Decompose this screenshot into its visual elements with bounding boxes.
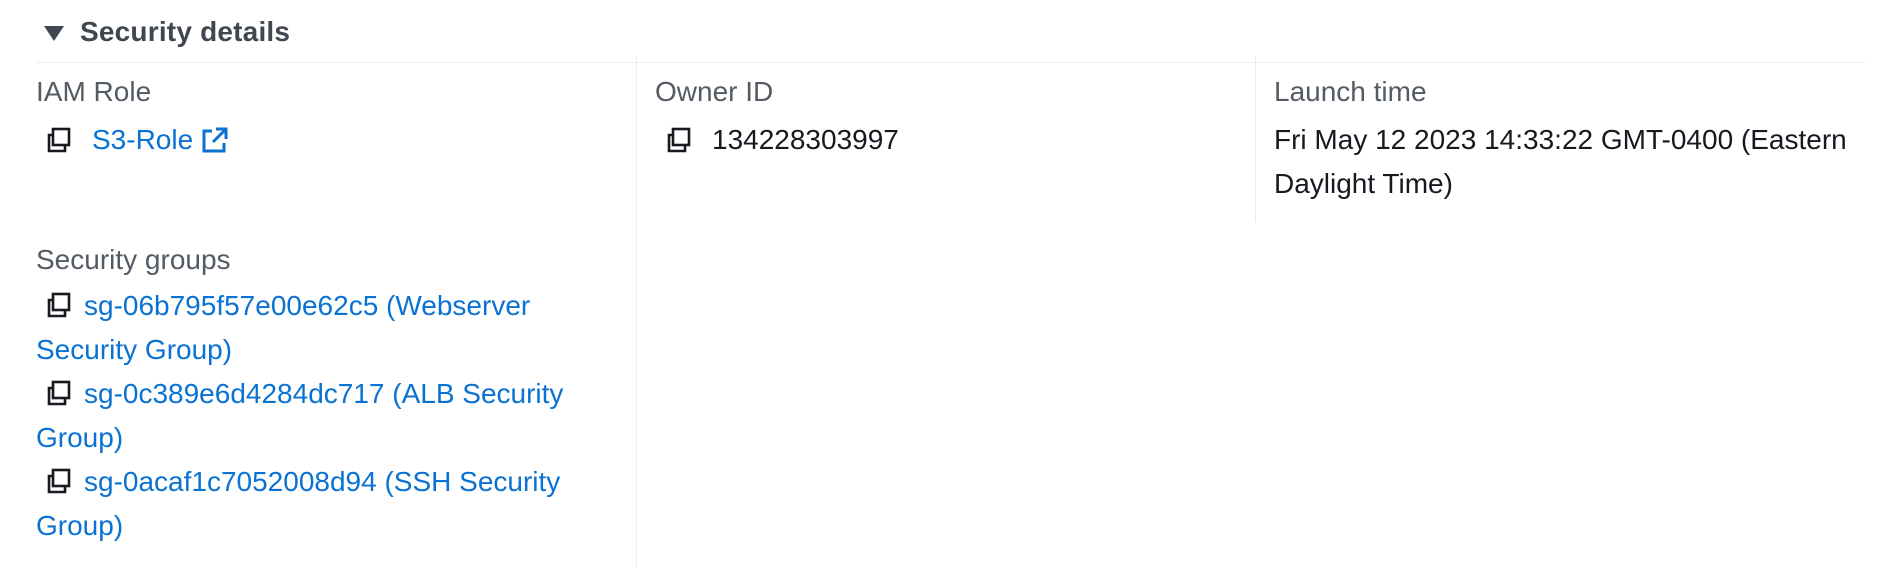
launch-time-value: Fri May 12 2023 14:33:22 GMT-0400 (Easte… [1274,124,1847,199]
header-divider [36,62,1866,63]
security-details-header[interactable]: Security details [44,16,290,48]
security-details-panel: Security details IAM Role S3-Role Owner … [0,0,1888,568]
iam-role-value: S3-Role [44,118,229,162]
security-groups-list: sg-06b795f57e00e62c5 (Webserver Security… [36,284,596,548]
copy-icon[interactable] [44,378,74,408]
caret-down-icon [44,25,64,41]
list-item: sg-0acaf1c7052008d94 (SSH Security Group… [36,460,596,548]
column-divider [1255,56,1256,222]
column-divider [636,56,637,568]
security-groups-label: Security groups [36,244,231,275]
copy-icon[interactable] [44,466,74,496]
launch-time-label: Launch time [1274,76,1427,107]
security-group-link[interactable]: sg-0c389e6d4284dc717 (ALB Security Group… [36,378,563,453]
section-title: Security details [80,16,291,47]
security-group-link[interactable]: sg-0acaf1c7052008d94 (SSH Security Group… [36,466,560,541]
owner-id-value: 134228303997 [664,118,899,162]
external-link-icon[interactable] [201,126,229,154]
owner-id-label: Owner ID [655,76,774,107]
list-item: sg-0c389e6d4284dc717 (ALB Security Group… [36,372,596,460]
copy-icon[interactable] [44,125,74,155]
copy-icon[interactable] [44,290,74,320]
list-item: sg-06b795f57e00e62c5 (Webserver Security… [36,284,596,372]
copy-icon[interactable] [664,125,694,155]
owner-id-text: 134228303997 [712,124,899,155]
security-group-link[interactable]: sg-06b795f57e00e62c5 (Webserver Security… [36,290,530,365]
iam-role-label: IAM Role [36,76,152,107]
iam-role-link[interactable]: S3-Role [92,118,193,162]
